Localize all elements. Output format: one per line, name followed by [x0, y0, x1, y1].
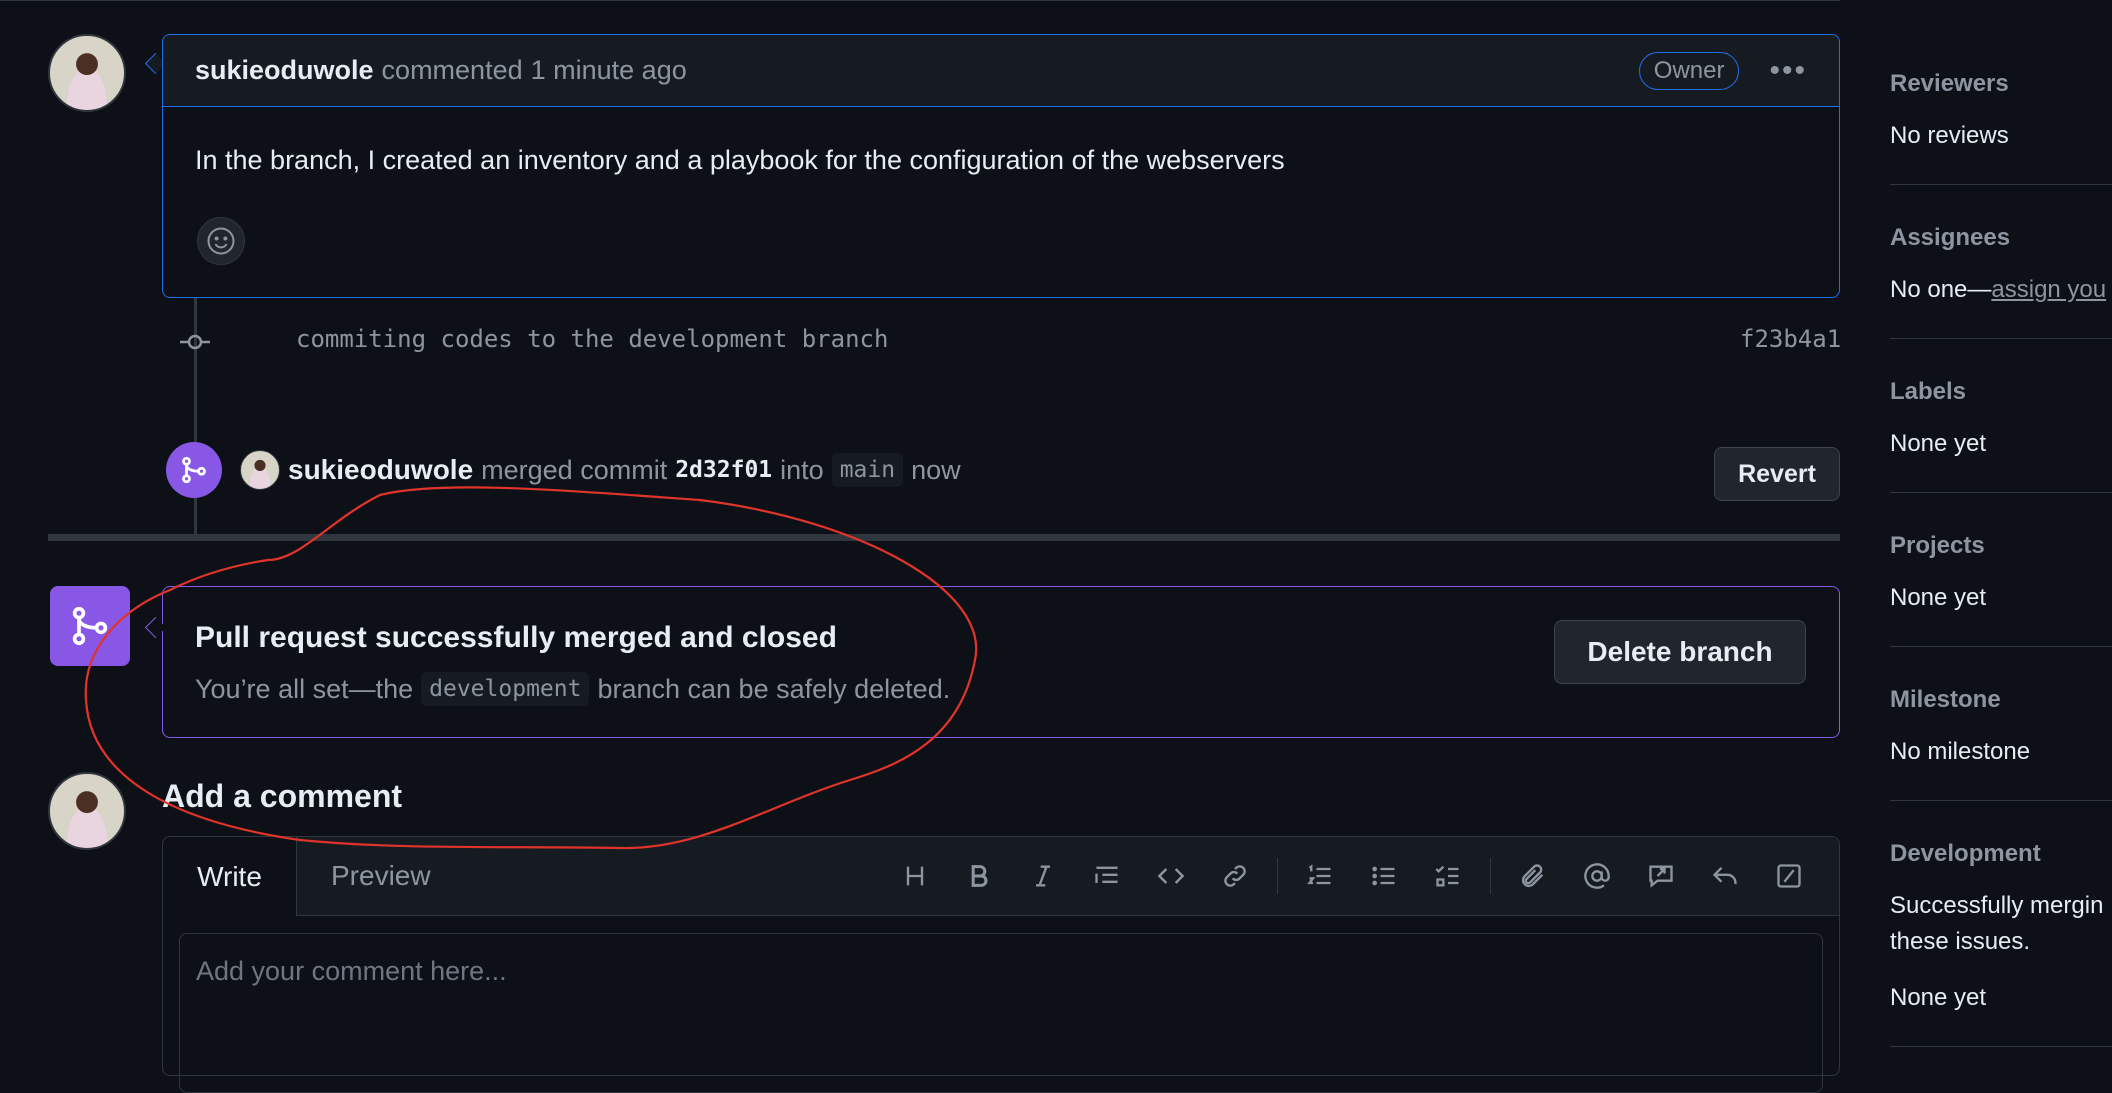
merge-author[interactable]: sukieoduwole — [288, 454, 473, 486]
sidebar-divider — [1890, 492, 2112, 493]
comment-author[interactable]: sukieoduwole — [195, 55, 374, 86]
labels-value: None yet — [1890, 430, 1987, 457]
merged-subtitle: You’re all set—the development branch ca… — [195, 672, 950, 706]
sidebar-divider — [1890, 800, 2112, 801]
development-heading[interactable]: Development — [1890, 840, 2112, 868]
reply-icon[interactable] — [1693, 852, 1757, 900]
code-icon[interactable] — [1139, 852, 1203, 900]
merge-event: sukieoduwole merged commit 2d32f01 into … — [240, 448, 961, 492]
tab-preview[interactable]: Preview — [331, 837, 431, 915]
sidebar-divider — [1890, 646, 2112, 647]
top-border — [0, 0, 1840, 1]
owner-badge: Owner — [1638, 51, 1740, 90]
slash-command-icon[interactable] — [1757, 852, 1821, 900]
commit-sha[interactable]: f23b4a1 — [1740, 325, 1841, 353]
labels-heading[interactable]: Labels — [1890, 378, 2112, 406]
revert-button[interactable]: Revert — [1714, 447, 1840, 501]
attach-icon[interactable] — [1501, 852, 1565, 900]
markdown-toolbar — [883, 837, 1821, 915]
projects-heading[interactable]: Projects — [1890, 532, 2112, 560]
merge-commit-sha[interactable]: 2d32f01 — [675, 457, 772, 483]
reference-icon[interactable] — [1629, 852, 1693, 900]
comment-editor: Write Preview Add your comment here... — [162, 836, 1840, 1093]
projects-value: None yet — [1890, 584, 1987, 611]
kebab-horizontal-icon[interactable]: ••• — [1769, 54, 1807, 88]
heading-icon[interactable] — [883, 852, 947, 900]
sidebar-divider — [1890, 338, 2112, 339]
avatar[interactable] — [240, 450, 280, 490]
reviewers-heading[interactable]: Reviewers — [1890, 70, 2112, 98]
link-icon[interactable] — [1203, 852, 1267, 900]
merged-sub-suffix: branch can be safely deleted. — [597, 673, 951, 704]
assignees-none: No one— — [1890, 276, 1992, 303]
development-value: None yet — [1890, 984, 1987, 1011]
sidebar-divider — [1890, 1046, 2112, 1047]
milestone-value: No milestone — [1890, 738, 2031, 765]
add-comment-title: Add a comment — [162, 778, 403, 814]
merge-time[interactable]: now — [911, 455, 961, 486]
commit-message[interactable]: commiting codes to the development branc… — [296, 325, 888, 353]
toolbar-separator — [1490, 858, 1491, 894]
base-branch[interactable]: main — [831, 453, 904, 487]
comment-body: In the branch, I created an inventory an… — [195, 145, 1285, 175]
development-note-line2: these issues. — [1890, 928, 2031, 955]
reviewers-value: No reviews — [1890, 122, 2009, 149]
unordered-list-icon[interactable] — [1352, 852, 1416, 900]
assign-yourself-link[interactable]: assign you — [1991, 276, 2106, 303]
comment-action: commented — [381, 55, 523, 85]
merged-sub-prefix: You’re all set—the — [195, 673, 414, 704]
head-branch[interactable]: development — [421, 672, 590, 706]
quote-icon[interactable] — [1075, 852, 1139, 900]
comment-header: sukieoduwole commented 1 minute ago Owne… — [163, 35, 1839, 107]
git-commit-icon — [180, 334, 210, 350]
merge-text: merged commit — [481, 454, 668, 485]
assignees-heading[interactable]: Assignees — [1890, 224, 2112, 252]
italic-icon[interactable] — [1011, 852, 1075, 900]
comment-time[interactable]: 1 minute ago — [531, 55, 687, 86]
comment-card: sukieoduwole commented 1 minute ago Owne… — [162, 34, 1840, 298]
ordered-list-icon[interactable] — [1288, 852, 1352, 900]
git-merge-icon — [50, 586, 130, 666]
merge-into-text: into — [780, 454, 824, 485]
development-note-line1: Successfully mergin — [1890, 892, 2104, 919]
git-merge-icon — [166, 442, 222, 498]
merged-title: Pull request successfully merged and clo… — [195, 621, 837, 654]
assignees-value: No one—assign you — [1890, 276, 2112, 304]
toolbar-separator — [1277, 858, 1278, 894]
task-list-icon[interactable] — [1416, 852, 1480, 900]
delete-branch-button[interactable]: Delete branch — [1554, 620, 1806, 684]
avatar[interactable] — [48, 34, 126, 112]
bold-icon[interactable] — [947, 852, 1011, 900]
comment-textarea[interactable]: Add your comment here... — [179, 933, 1823, 1093]
mention-icon[interactable] — [1565, 852, 1629, 900]
milestone-heading[interactable]: Milestone — [1890, 686, 2112, 714]
sidebar-divider — [1890, 184, 2112, 185]
avatar[interactable] — [48, 772, 126, 850]
tab-write[interactable]: Write — [163, 837, 297, 916]
timeline-divider — [48, 534, 1840, 541]
smiley-icon[interactable] — [197, 217, 245, 265]
